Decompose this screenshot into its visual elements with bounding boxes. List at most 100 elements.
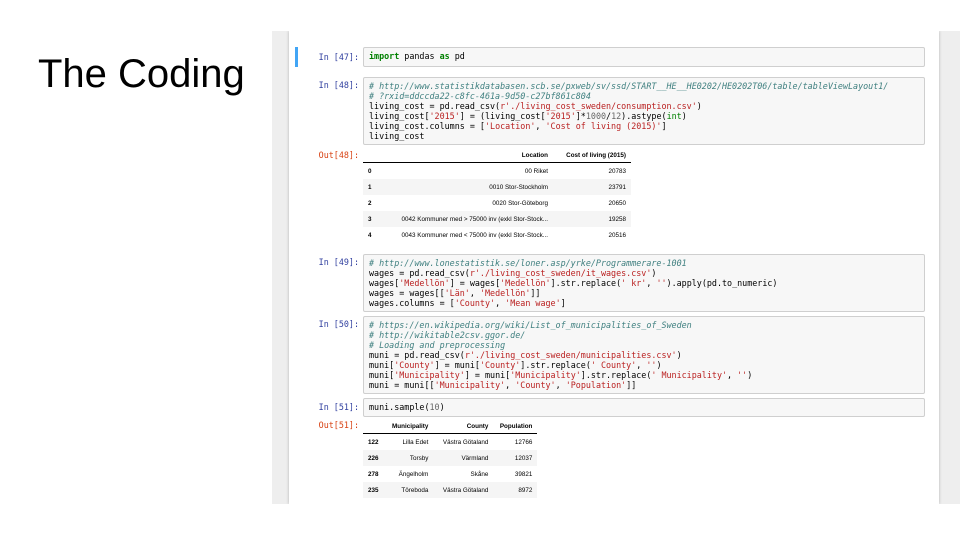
dataframe-output: Municipality County Population 122 Lilla …: [363, 420, 538, 498]
table-row: 3 0042 Kommuner med > 75000 inv (exkl Sto…: [363, 211, 631, 227]
table-cell: Skåne: [470, 470, 489, 478]
table-cell: 00 Riket: [524, 167, 548, 175]
code-token: import: [369, 51, 400, 61]
code-token: muni.sample(: [369, 402, 430, 412]
notebook-page: In [47]: import pandas as pd In [48]: # …: [289, 31, 939, 504]
table-header: Population: [493, 420, 538, 434]
code-number: 1000: [585, 111, 607, 121]
code-string: 'Municipality': [510, 370, 581, 380]
code-token: living_cost.columns = [: [369, 121, 485, 131]
row-index: 4: [368, 231, 372, 239]
code-token: ): [681, 111, 687, 121]
code-token: ).astype(: [621, 111, 667, 121]
code-string: 'Municipality': [394, 370, 465, 380]
code-token: muni[: [369, 370, 395, 380]
code-comment: # Loading and preprocessing: [369, 340, 506, 350]
table-header: Municipality: [387, 420, 434, 434]
code-string: 'Medellön': [399, 278, 450, 288]
code-comment: # http://wikitable2csv.ggor.de/: [369, 330, 526, 340]
code-number: 12: [611, 111, 622, 121]
code-token: ): [696, 101, 702, 111]
cell-selection-indicator: [295, 47, 298, 67]
code-comment: # http://www.lonestatistik.se/loner.asp/…: [369, 258, 687, 268]
table-row: 226 Torsby Värmland 12037: [363, 450, 538, 466]
code-string: '': [656, 278, 667, 288]
code-string: '2015': [429, 111, 460, 121]
code-string: 'Location': [484, 121, 536, 131]
row-index: 0: [368, 167, 372, 175]
code-token: ]]: [626, 380, 637, 390]
table-row: 0 00 Riket 20783: [363, 163, 631, 180]
code-token: ] = wages[: [449, 278, 501, 288]
code-string: ' kr': [621, 278, 647, 288]
code-token: ].str.replace(: [580, 370, 652, 380]
code-token: ] = (living_cost[: [459, 111, 546, 121]
code-token: ,: [636, 360, 647, 370]
table-cell: 0042 Kommuner med > 75000 inv (exkl Stor…: [383, 211, 553, 227]
code-comment: # ?rxid=ddccda22-c8fc-461a-9d50-c27bf861…: [369, 91, 591, 101]
notebook-screenshot: In [47]: import pandas as pd In [48]: # …: [272, 31, 960, 504]
table-row: 4 0043 Kommuner med < 75000 inv (exkl Sto…: [363, 227, 631, 243]
code-string: 'Län': [444, 288, 470, 298]
code-token: ] = muni[: [434, 360, 480, 370]
code-number: 10: [429, 402, 440, 412]
input-prompt: In [50]:: [318, 319, 359, 329]
code-input[interactable]: muni.sample(10): [363, 398, 925, 417]
table-header: [363, 420, 387, 434]
code-token: ,: [727, 370, 738, 380]
table-cell: 0043 Kommuner med < 75000 inv (exkl Stor…: [401, 231, 548, 239]
code-string: '2015': [545, 111, 576, 121]
code-token: ].str.replace(: [550, 278, 622, 288]
output-prompt: Out[51]:: [318, 420, 359, 430]
table-cell: 20516: [608, 231, 626, 239]
code-token: living_cost = pd.read_csv(: [369, 101, 501, 111]
code-comment: # http://www.statistikdatabasen.scb.se/p…: [369, 81, 889, 91]
input-prompt: In [49]:: [318, 257, 359, 267]
table-cell: 8972: [493, 482, 538, 498]
table-cell: Ängelholm: [398, 470, 429, 478]
table-cell: 0010 Stor-Stockholm: [383, 179, 553, 195]
input-prompt: In [47]:: [318, 52, 359, 62]
code-input[interactable]: # https://en.wikipedia.org/wiki/List_of_…: [363, 316, 925, 394]
dataframe-table: Municipality County Population 122 Lilla …: [363, 420, 538, 498]
code-token: living_cost: [369, 131, 425, 141]
code-string: ' Municipality': [651, 370, 728, 380]
code-token: muni[: [369, 360, 395, 370]
code-string: r'./living_cost_sweden/municipalities.cs…: [464, 350, 677, 360]
table-cell: 0020 Stor-Göteborg: [492, 199, 548, 207]
table-cell: Töreboda: [387, 482, 434, 498]
code-string: r'./living_cost_sweden/consumption.csv': [500, 101, 697, 111]
code-string: 'County': [394, 360, 435, 370]
row-index: 2: [368, 199, 372, 207]
code-token: ,: [469, 288, 480, 298]
code-string: 'Medellön': [500, 278, 551, 288]
code-token: ]: [661, 121, 667, 131]
code-input[interactable]: import pandas as pd: [363, 47, 925, 67]
code-string: 'County': [454, 298, 496, 308]
code-token: ,: [555, 380, 566, 390]
table-cell: 39821: [514, 470, 533, 478]
code-string: r'./living_cost_sweden/it_wages.csv': [469, 268, 652, 278]
input-prompt: In [51]:: [318, 402, 359, 412]
table-cell: 20783: [608, 167, 626, 175]
code-token: ).apply(pd.to_numeric): [666, 278, 778, 288]
table-row: 122 Lilla Edet Västra Götaland 12766: [363, 434, 537, 451]
input-prompt: In [48]:: [318, 80, 359, 90]
code-token: ): [439, 402, 445, 412]
table-header: Location: [383, 149, 553, 163]
code-builtin: int: [666, 111, 682, 121]
code-token: ): [676, 350, 682, 360]
code-string: 'Mean wage': [505, 298, 561, 308]
code-token: pandas: [399, 51, 440, 61]
table-header: County: [433, 420, 494, 434]
row-index: 278: [368, 470, 379, 478]
code-token: ,: [505, 380, 516, 390]
dataframe-table: Location Cost of living (2015) 0 00 Riket…: [363, 149, 631, 243]
table-row: 235 Töreboda Västra Götaland 8972: [363, 482, 538, 498]
table-cell: 12766: [514, 438, 533, 446]
code-input[interactable]: # http://www.lonestatistik.se/loner.asp/…: [363, 254, 925, 312]
row-index: 226: [363, 450, 387, 466]
table-cell: 23791: [553, 179, 631, 195]
code-token: wages = wages[[: [369, 288, 445, 298]
code-input[interactable]: # http://www.statistikdatabasen.scb.se/p…: [363, 77, 925, 145]
